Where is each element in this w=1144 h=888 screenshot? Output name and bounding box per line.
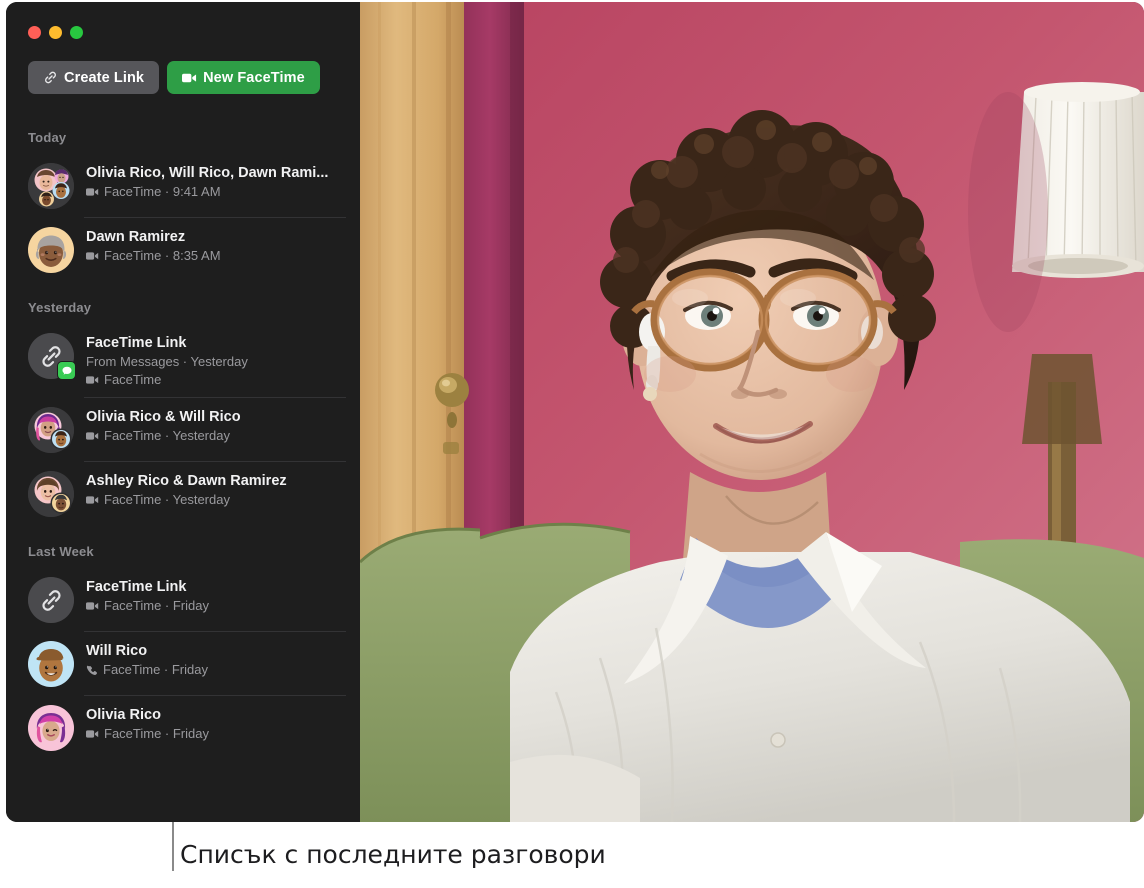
list-item[interactable]: Olivia Rico & Will Rico FaceTime · Yeste… [6,398,360,462]
pair-avatar-icon [28,471,74,517]
sidebar-toolbar: Create Link New FaceTime [28,61,320,94]
sidebar: Create Link New FaceTime Today Olivia Ri… [6,2,360,822]
video-camera-icon [86,601,99,611]
video-camera-icon [86,495,99,505]
list-item-text: Olivia Rico & Will Rico FaceTime · Yeste… [86,407,346,445]
phone-icon [86,664,98,676]
avatar [28,577,74,623]
list-item-subtitle: FaceTime · Friday [86,661,346,679]
group-header-last-week: Last Week [28,544,94,559]
avatar [28,705,74,751]
list-item-meta: FaceTime · Friday [103,662,208,677]
pair-avatar-icon [28,407,74,453]
messages-badge-icon [57,361,76,380]
list-item[interactable]: Olivia Rico FaceTime · Friday [6,696,360,760]
caption-text: Списък с последните разговори [180,840,606,869]
list-item[interactable]: Will Rico FaceTime · Friday [6,632,360,696]
list-item-text: Will Rico FaceTime · Friday [86,641,346,679]
link-avatar [28,577,74,623]
list-item-title: Will Rico [86,643,148,659]
avatar [28,641,74,687]
video-camera-icon [86,431,99,441]
list-item-meta: FaceTime · 8:35 AM [104,248,221,263]
link-icon [41,589,61,611]
list-item-text: Olivia Rico, Will Rico, Dawn Rami... Fac… [86,163,346,201]
video-camera-icon [86,187,99,197]
list-item-meta: FaceTime [104,372,162,387]
screenshot-root: Create Link New FaceTime Today Olivia Ri… [0,0,1144,888]
facetime-window: Create Link New FaceTime Today Olivia Ri… [6,2,1144,822]
create-link-label: Create Link [64,69,145,86]
video-camera-icon [182,72,197,84]
video-camera-icon [86,729,99,739]
avatar [28,407,74,453]
list-item-title: Olivia Rico & Will Rico [86,409,241,425]
list-item-text: Dawn Ramirez FaceTime · 8:35 AM [86,227,346,265]
list-item[interactable]: Dawn Ramirez FaceTime · 8:35 AM [6,218,360,282]
video-camera-icon [86,251,99,261]
new-facetime-label: New FaceTime [203,69,305,86]
list-item-title: Olivia Rico, Will Rico, Dawn Rami... [86,165,329,181]
list-item-title: Ashley Rico & Dawn Ramirez [86,473,287,489]
list-item-subtitle: FaceTime · Friday [86,725,346,743]
create-link-button[interactable]: Create Link [28,61,160,94]
new-facetime-button[interactable]: New FaceTime [167,61,320,94]
list-item-subtitle: FaceTime · Friday [86,597,346,615]
minimize-button[interactable] [49,26,62,39]
list-item-text: Ashley Rico & Dawn Ramirez FaceTime · Ye… [86,471,346,509]
list-item[interactable]: FaceTime Link FaceTime · Friday [6,568,360,632]
list-item-title: FaceTime Link [86,335,187,351]
list-item-text: FaceTime Link FaceTime · Friday [86,577,346,615]
memoji-dawn-icon [28,227,74,273]
list-item-meta: FaceTime · Yesterday [104,428,230,443]
list-item-title: Dawn Ramirez [86,229,186,245]
list-item-meta: FaceTime · Friday [104,598,209,613]
group-avatar-icon [28,163,74,209]
list-item-text: Olivia Rico FaceTime · Friday [86,705,346,743]
list-item-source: From Messages · Yesterday [86,354,248,369]
video-camera-icon [86,375,99,385]
group-header-yesterday: Yesterday [28,300,92,315]
close-button[interactable] [28,26,41,39]
recent-calls-list[interactable]: Today Olivia Rico, Will Rico, Dawn Rami.… [6,112,360,822]
avatar [28,163,74,209]
zoom-button[interactable] [70,26,83,39]
link-icon [43,70,58,85]
list-item[interactable]: Ashley Rico & Dawn Ramirez FaceTime · Ye… [6,462,360,526]
list-item-subtitle: FaceTime [86,371,346,389]
video-call-view[interactable] [360,2,1144,822]
list-item-subtitle: FaceTime · 8:35 AM [86,247,346,265]
memoji-will-icon [28,641,74,687]
group-header-today: Today [28,130,67,145]
list-item-subtitle: FaceTime · Yesterday [86,491,346,509]
list-item-subtitle: FaceTime · Yesterday [86,427,346,445]
list-item-title: FaceTime Link [86,579,187,595]
list-item-subtitle: FaceTime · 9:41 AM [86,183,346,201]
list-item-meta: FaceTime · Friday [104,726,209,741]
callout-line [172,822,174,871]
list-item-meta: FaceTime · 9:41 AM [104,184,221,199]
avatar [28,227,74,273]
list-item-meta: FaceTime · Yesterday [104,492,230,507]
list-item[interactable]: Olivia Rico, Will Rico, Dawn Rami... Fac… [6,154,360,218]
list-item-text: FaceTime Link From Messages · Yesterday … [86,333,346,389]
video-feed-image [360,2,1144,822]
avatar [28,333,76,380]
memoji-olivia-icon [28,705,74,751]
list-item-title: Olivia Rico [86,707,161,723]
list-item[interactable]: FaceTime Link From Messages · Yesterday … [6,324,360,398]
avatar [28,471,74,517]
window-controls [28,26,83,39]
